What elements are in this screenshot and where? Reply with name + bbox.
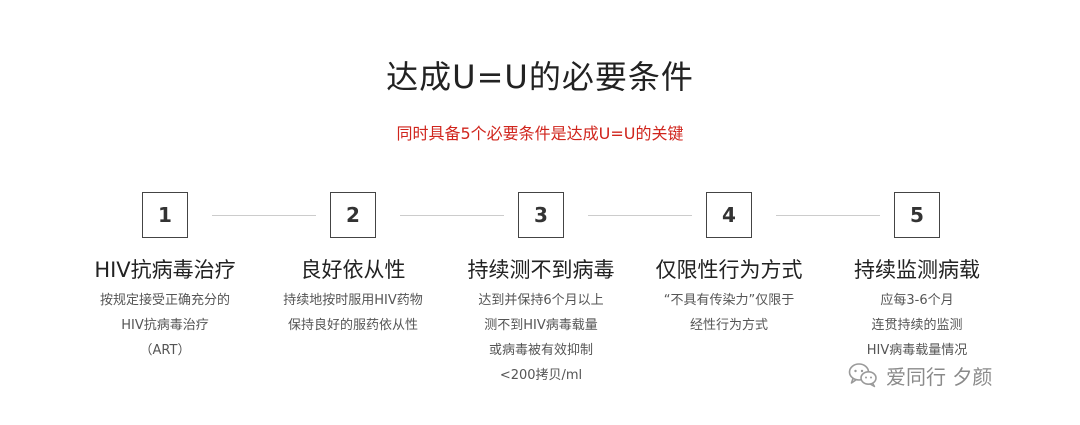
step-description-line: 测不到HIV病毒载量 xyxy=(484,318,598,333)
step-description-line: 按规定接受正确充分的 xyxy=(99,293,230,308)
step-title: 持续监测病载 xyxy=(854,258,980,282)
step-description: 达到并保持6个月以上 测不到HIV病毒载量 或病毒被有效抑制 <200拷贝/ml xyxy=(441,288,641,388)
watermark: 爱同行 夕颜 xyxy=(848,360,992,390)
watermark-text: 爱同行 夕颜 xyxy=(886,364,993,389)
step-description-line: 连贯持续的监测 xyxy=(871,318,963,333)
step-title: 良好依从性 xyxy=(300,258,406,282)
step-number-box: 5 xyxy=(894,192,940,238)
step-number-box: 1 xyxy=(142,192,188,238)
step-description: 应每3-6个月 连贯持续的监测 HIV病毒载量情况 xyxy=(817,288,1017,363)
step-title: HIV抗病毒治疗 xyxy=(94,258,236,282)
step-description-line: 保持良好的服药依从性 xyxy=(287,318,418,333)
step-title: 持续测不到病毒 xyxy=(467,258,615,282)
step-number-box: 4 xyxy=(706,192,752,238)
page-subtitle: 同时具备5个必要条件是达成U=U的关键 xyxy=(396,124,684,143)
step-connector xyxy=(400,215,504,216)
step-description-line: “不具有传染力”仅限于 xyxy=(663,293,795,308)
step-number-box: 2 xyxy=(330,192,376,238)
wechat-icon xyxy=(848,362,878,388)
step-description-line: 经性行为方式 xyxy=(689,318,768,333)
step-number-box: 3 xyxy=(518,192,564,238)
step-connector xyxy=(212,215,316,216)
step-description-line: 或病毒被有效抑制 xyxy=(488,343,593,358)
step-title: 仅限性行为方式 xyxy=(655,258,803,282)
page-title: 达成U=U的必要条件 xyxy=(386,58,694,96)
step-description-line: （ART） xyxy=(139,343,191,358)
step-description: 按规定接受正确充分的 HIV抗病毒治疗 （ART） xyxy=(65,288,265,363)
step-description-line: <200拷贝/ml xyxy=(499,368,583,383)
step-description-line: HIV抗病毒治疗 xyxy=(121,318,209,333)
step-description-line: 持续地按时服用HIV药物 xyxy=(283,293,423,308)
step-description-line: 应每3-6个月 xyxy=(880,293,954,308)
step-description: “不具有传染力”仅限于 经性行为方式 xyxy=(629,288,829,338)
step-description-line: 达到并保持6个月以上 xyxy=(478,293,604,308)
step-connector xyxy=(588,215,692,216)
step-description: 持续地按时服用HIV药物 保持良好的服药依从性 xyxy=(253,288,453,338)
step-connector xyxy=(776,215,880,216)
